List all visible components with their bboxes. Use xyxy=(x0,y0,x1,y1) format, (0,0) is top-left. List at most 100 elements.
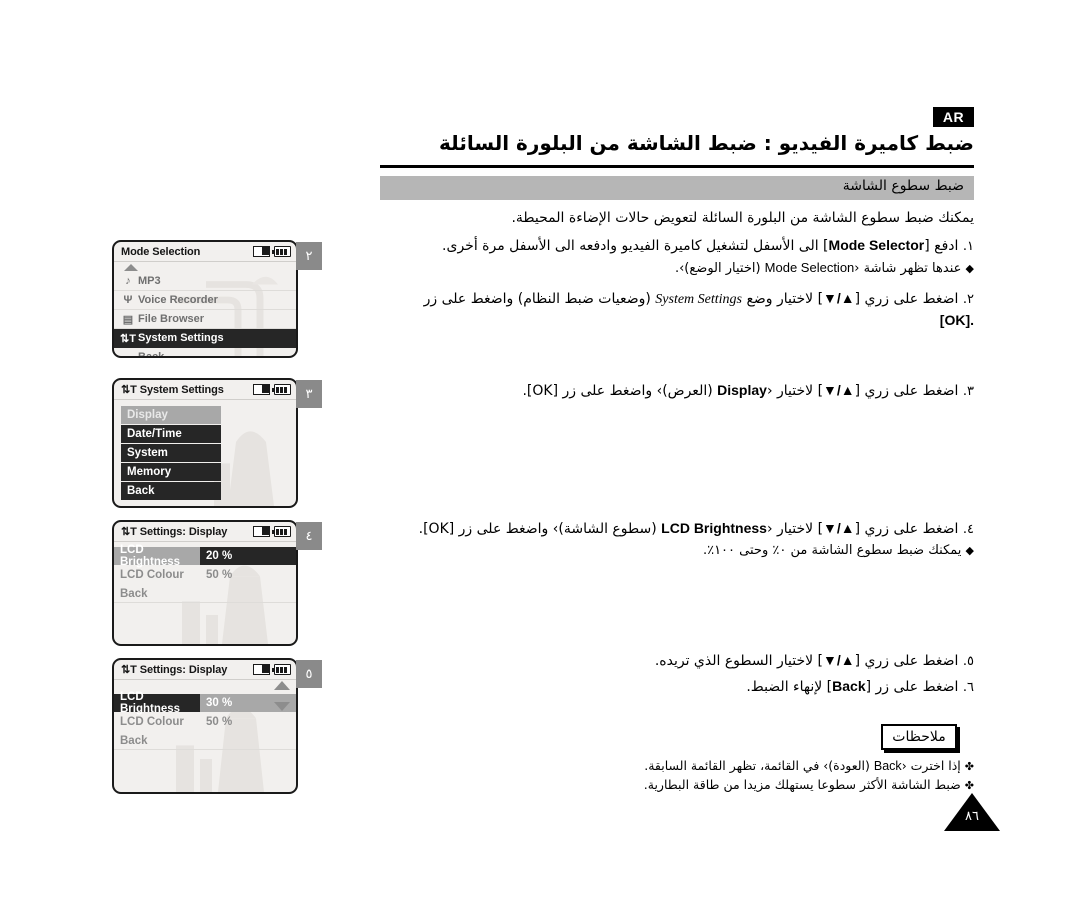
lcd-title: ⇅T Settings: Display xyxy=(121,663,227,676)
setting-value: 20 % xyxy=(200,547,296,565)
back-key: Back xyxy=(832,678,866,694)
step-4-bullet: ◆ يمكنك ضبط سطوع الشاشة من ٠٪ وحتى ١٠٠٪. xyxy=(340,541,974,561)
menu-item-voice-recorder[interactable]: Ψ Voice Recorder xyxy=(114,291,296,310)
step-1: ١. ادفع [Mode Selector] الى الأسفل لتشغي… xyxy=(340,235,974,258)
lcd-settings-list: LCD Brightness 30 % LCD Colour 50 % Back xyxy=(114,680,296,750)
setting-row-lcd-brightness[interactable]: LCD Brightness 20 % xyxy=(114,544,296,568)
lcd-title: ⇅T System Settings xyxy=(121,383,224,396)
page-title: ضبط كاميرة الفيديو : ضبط الشاشة من البلو… xyxy=(439,131,974,155)
setting-row-back[interactable]: Back xyxy=(114,585,296,603)
lcd-menu-list: Display Date/Time System Memory Back xyxy=(114,400,296,500)
page-number: ٨٦ xyxy=(965,809,979,824)
setting-row-lcd-colour[interactable]: LCD Colour 50 % xyxy=(114,713,296,731)
step-badge-3: ٣ xyxy=(296,380,322,408)
display-label: Display xyxy=(717,382,767,398)
ok-key: [OK]. xyxy=(939,312,974,328)
setting-label: LCD Brightness xyxy=(114,691,200,715)
lcd-title-text: Settings: Display xyxy=(139,664,228,676)
status-icons xyxy=(253,384,291,395)
step-4-text-b: ] لاختيار ‹ xyxy=(766,521,824,537)
step-4: ٤. اضغط على زري [▼/▲] لاختيار ‹LCD Brigh… xyxy=(340,518,974,541)
settings-sliders-icon: ⇅T xyxy=(120,332,136,345)
battery-icon xyxy=(271,526,291,537)
memory-card-icon xyxy=(253,246,270,257)
note-1-text-b: (العودة)› في القائمة، تظهر القائمة الساب… xyxy=(644,758,874,773)
note-1: ✤ إذا اخترت ‹Back (العودة)› في القائمة، … xyxy=(340,756,974,776)
step-4-bullet-text: يمكنك ضبط سطوع الشاشة من ٠٪ وحتى ١٠٠٪. xyxy=(702,543,962,558)
setting-row-lcd-colour[interactable]: LCD Colour 50 % xyxy=(114,566,296,584)
lcd-screen-system-settings: ⇅T System Settings Display Date/Time Sys… xyxy=(112,378,298,508)
step-2: ٢. اضغط على زري [▼/▲] لاختيار وضع System… xyxy=(340,288,974,311)
intro-paragraph: يمكنك ضبط سطوع الشاشة من البلورة السائلة… xyxy=(511,210,974,226)
menu-item-label: MP3 xyxy=(138,275,161,287)
note-2-text: ضبط الشاشة الأكثر سطوعا يستهلك مزيدا من … xyxy=(643,777,961,792)
setting-value: 50 % xyxy=(206,569,233,581)
lcd-menu-list: ♪ MP3 Ψ Voice Recorder ▤ File Browser ⇅T… xyxy=(114,264,296,356)
note-2: ✤ ضبط الشاشة الأكثر سطوعا يستهلك مزيدا م… xyxy=(340,775,974,794)
lcd-status-bar: ⇅T Settings: Display xyxy=(114,660,296,680)
bullet-marker-icon: ◆ xyxy=(965,262,974,275)
step-6-text-a: اضغط على زر [ xyxy=(865,679,959,695)
menu-item-memory[interactable]: Memory xyxy=(121,463,221,481)
step-6: ٦. اضغط على زر [Back] لإنهاء الضبط. xyxy=(340,676,974,699)
lcd-status-bar: ⇅T Settings: Display xyxy=(114,522,296,542)
step-badge-4: ٤ xyxy=(296,522,322,550)
menu-item-back[interactable]: Back xyxy=(121,482,221,500)
memory-card-icon xyxy=(253,526,270,537)
step-4-text-c: (سطوع الشاشة)› واضغط على زر [OK]. xyxy=(418,521,662,537)
step-4-number: ٤. xyxy=(962,522,974,537)
arrow-down-icon[interactable] xyxy=(274,702,290,711)
arrow-up-icon[interactable] xyxy=(274,681,290,690)
memory-card-icon xyxy=(253,664,270,675)
scroll-up-arrow-icon[interactable] xyxy=(124,264,138,271)
updown-key: ▼/▲ xyxy=(823,290,855,306)
note-marker-icon: ✤ xyxy=(964,779,974,792)
microphone-icon: Ψ xyxy=(123,294,133,306)
step-1-number: ١. xyxy=(962,239,974,254)
lcd-frame: ⇅T Settings: Display LCD Brightness 20 %… xyxy=(112,520,298,646)
setting-label: LCD Brightness xyxy=(114,544,200,568)
lcd-screen-mode-selection: Mode Selection ♪ MP3 Ψ Voice Recorder ▤ … xyxy=(112,240,298,358)
menu-item-system[interactable]: System xyxy=(121,444,221,462)
note-marker-icon: ✤ xyxy=(964,760,974,773)
lcd-brightness-label: LCD Brightness xyxy=(661,520,767,536)
step-2-text-b: ] لاختيار وضع xyxy=(742,291,824,307)
step-1-text-b: ] الى الأسفل لتشغيل كاميرة الفيديو وادفع… xyxy=(442,238,829,254)
lcd-title-text: Settings: Display xyxy=(139,526,228,538)
step-6-text-b: ] لإنهاء الضبط. xyxy=(746,679,833,695)
music-note-icon: ♪ xyxy=(125,275,131,287)
page-number-badge: ٨٦ xyxy=(944,793,1000,831)
battery-icon xyxy=(271,246,291,257)
menu-item-mp3[interactable]: ♪ MP3 xyxy=(114,272,296,291)
back-label: Back xyxy=(873,759,902,773)
step-2-continuation: [OK]. xyxy=(340,310,974,333)
menu-item-file-browser[interactable]: ▤ File Browser xyxy=(114,310,296,329)
menu-item-date-time[interactable]: Date/Time xyxy=(121,425,221,443)
lcd-frame: ⇅T Settings: Display LCD Brightness 30 %… xyxy=(112,658,298,794)
step-1-text-a: ادفع [ xyxy=(924,238,959,254)
step-5: ٥. اضغط على زري [▼/▲] لاختيار السطوع الذ… xyxy=(340,650,974,673)
setting-row-back[interactable]: Back xyxy=(114,732,296,750)
step-3-number: ٣. xyxy=(962,384,974,399)
lcd-status-bar: Mode Selection xyxy=(114,242,296,262)
lcd-title: ⇅T Settings: Display xyxy=(121,525,227,538)
updown-key: ▼/▲ xyxy=(823,520,855,536)
step-badge-2: ٢ xyxy=(296,242,322,270)
lcd-screen-settings-display-30: ⇅T Settings: Display LCD Brightness 30 %… xyxy=(112,658,298,794)
file-browser-icon: ▤ xyxy=(122,313,134,326)
menu-item-back[interactable]: Back xyxy=(114,348,296,356)
step-1-bullet-b: (اختيار الوضع)›. xyxy=(674,261,765,276)
step-3: ٣. اضغط على زري [▼/▲] لاختيار ‹Display (… xyxy=(340,380,974,403)
step-5-text-b: ] لاختيار السطوع الذي تريده. xyxy=(654,653,824,669)
menu-item-system-settings[interactable]: ⇅T System Settings xyxy=(114,329,296,348)
status-icons xyxy=(253,246,291,257)
menu-item-display[interactable]: Display xyxy=(121,406,221,424)
lcd-screen-settings-display-20: ⇅T Settings: Display LCD Brightness 20 %… xyxy=(112,520,298,646)
step-5-number: ٥. xyxy=(962,654,974,669)
lcd-title-text: System Settings xyxy=(139,384,224,396)
value-adjust-arrows[interactable] xyxy=(274,681,290,711)
setting-row-lcd-brightness[interactable]: LCD Brightness 30 % xyxy=(114,691,296,715)
notes-title-box: ملاحظات xyxy=(881,724,957,750)
battery-icon xyxy=(271,384,291,395)
setting-label: LCD Colour xyxy=(120,716,184,728)
